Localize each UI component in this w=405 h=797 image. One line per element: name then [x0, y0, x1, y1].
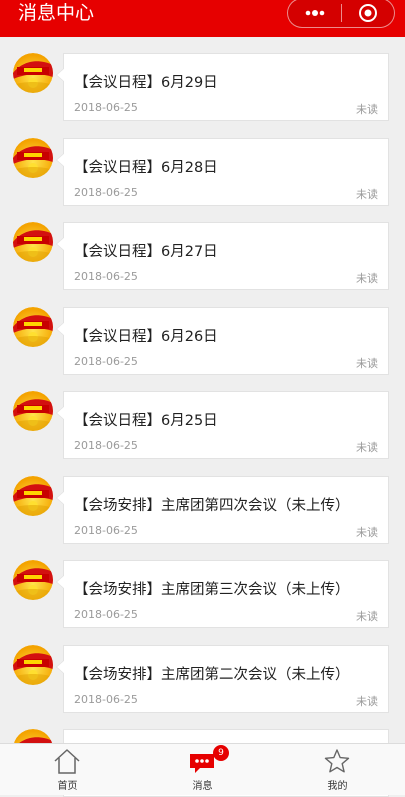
tab-messages[interactable]: 9 消息: [135, 744, 270, 795]
message-title: 【会议日程】6月25日: [74, 413, 218, 429]
message-date: 2018-06-25: [74, 101, 138, 114]
message-card[interactable]: 【会议日程】6月28日 2018-06-25 未读: [56, 138, 389, 206]
read-status: 未读: [356, 103, 378, 116]
message-item[interactable]: 【会场安排】主席团第二次会议（未上传） 2018-06-25 未读: [0, 629, 405, 713]
message-card[interactable]: 【会场安排】主席团第二次会议（未上传） 2018-06-25 未读: [56, 645, 389, 713]
page-title: 消息中心: [18, 2, 95, 24]
message-date: 2018-06-25: [74, 355, 138, 368]
read-status: 未读: [356, 526, 378, 539]
message-date: 2018-06-25: [74, 439, 138, 452]
message-item[interactable]: 【会议日程】6月27日 2018-06-25 未读: [0, 206, 405, 290]
mini-program-capsule: [287, 0, 395, 28]
message-date: 2018-06-25: [74, 186, 138, 199]
league-emblem-icon: [13, 222, 53, 262]
record-target-icon[interactable]: [358, 3, 378, 23]
message-title: 【会议日程】6月27日: [74, 244, 218, 260]
tab-home-label: 首页: [57, 781, 78, 792]
message-item[interactable]: 【会议日程】6月29日 2018-06-25 未读: [0, 37, 405, 121]
read-status: 未读: [356, 610, 378, 623]
message-item[interactable]: 【会议日程】6月26日 2018-06-25 未读: [0, 291, 405, 375]
message-date: 2018-06-25: [74, 693, 138, 706]
message-title: 【会议日程】6月28日: [74, 160, 218, 176]
message-date: 2018-06-25: [74, 524, 138, 537]
tab-home[interactable]: 首页: [0, 744, 135, 795]
more-dots-icon[interactable]: [302, 6, 328, 20]
message-item[interactable]: 【会议日程】6月28日 2018-06-25 未读: [0, 122, 405, 206]
league-emblem-icon: [13, 307, 53, 347]
message-title: 【会议日程】6月26日: [74, 329, 218, 345]
message-item[interactable]: 【会议日程】6月25日 2018-06-25 未读: [0, 375, 405, 459]
league-emblem-icon: [13, 476, 53, 516]
league-emblem-icon: [13, 391, 53, 431]
star-icon: [324, 749, 350, 773]
home-icon: [54, 749, 80, 774]
message-card[interactable]: 【会议日程】6月26日 2018-06-25 未读: [56, 307, 389, 375]
unread-badge: 9: [213, 745, 229, 761]
league-emblem-icon: [13, 560, 53, 600]
message-card[interactable]: 【会场安排】主席团第三次会议（未上传） 2018-06-25 未读: [56, 560, 389, 628]
message-date: 2018-06-25: [74, 270, 138, 283]
message-item[interactable]: 【会场安排】主席团第四次会议（未上传） 2018-06-25 未读: [0, 460, 405, 544]
message-item[interactable]: 【会场安排】主席团第三次会议（未上传） 2018-06-25 未读: [0, 544, 405, 628]
read-status: 未读: [356, 695, 378, 708]
message-card[interactable]: 【会议日程】6月25日 2018-06-25 未读: [56, 391, 389, 459]
navigation-bar: 消息中心: [0, 0, 405, 37]
league-emblem-icon: [13, 138, 53, 178]
message-card[interactable]: 【会场安排】主席团第四次会议（未上传） 2018-06-25 未读: [56, 476, 389, 544]
read-status: 未读: [356, 357, 378, 370]
read-status: 未读: [356, 188, 378, 201]
message-title: 【会场安排】主席团第三次会议（未上传）: [74, 582, 350, 598]
capsule-divider: [341, 4, 342, 22]
tab-profile-label: 我的: [327, 781, 348, 792]
read-status: 未读: [356, 272, 378, 285]
message-title: 【会场安排】主席团第四次会议（未上传）: [74, 498, 350, 514]
message-title: 【会议日程】6月29日: [74, 75, 218, 91]
league-emblem-icon: [13, 645, 53, 685]
read-status: 未读: [356, 441, 378, 454]
tab-bar: 首页 9 消息 我的: [0, 743, 405, 795]
league-emblem-icon: [13, 53, 53, 93]
message-card[interactable]: 【会议日程】6月29日 2018-06-25 未读: [56, 53, 389, 121]
message-card[interactable]: 【会议日程】6月27日 2018-06-25 未读: [56, 222, 389, 290]
tab-profile[interactable]: 我的: [270, 744, 405, 795]
tab-messages-label: 消息: [192, 781, 213, 792]
message-title: 【会场安排】主席团第二次会议（未上传）: [74, 667, 350, 683]
message-date: 2018-06-25: [74, 608, 138, 621]
